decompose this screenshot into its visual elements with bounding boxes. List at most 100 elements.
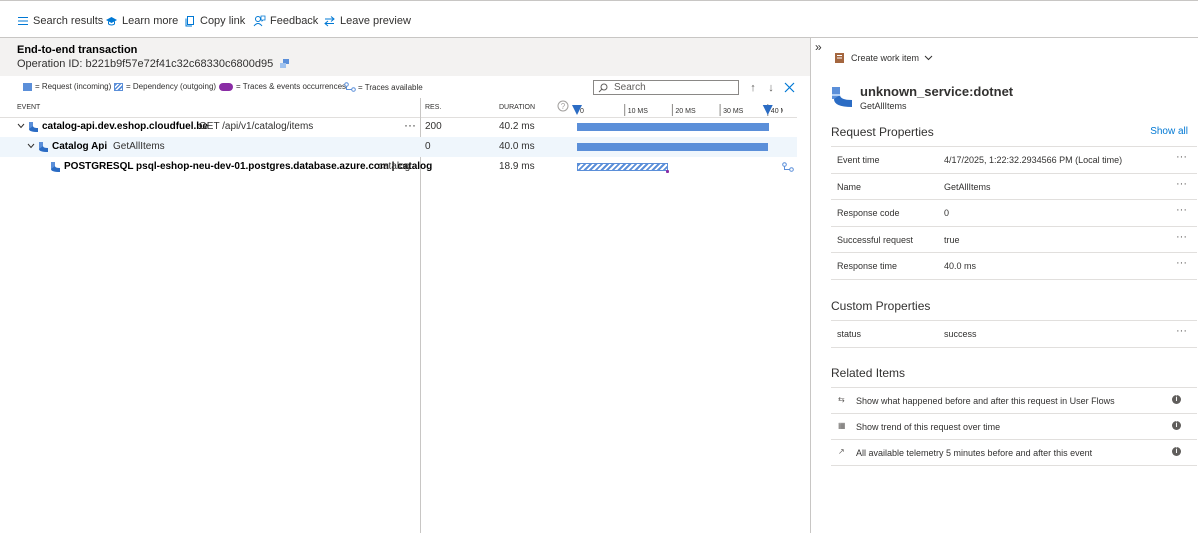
search-placeholder: Search — [614, 82, 646, 93]
property-row: Response code 0 ··· — [831, 199, 1197, 226]
operation-id-text: Operation ID: b221b9f57e72f41c32c68330c6… — [17, 58, 274, 70]
property-key: Successful request — [837, 234, 914, 245]
property-row: Event time 4/17/2025, 1:22:32.2934566 PM … — [831, 146, 1197, 173]
request-duration-bar[interactable] — [577, 143, 769, 151]
property-key: Name — [837, 181, 862, 192]
custom-properties-title: Custom Properties — [831, 299, 931, 313]
timeline-tick-label: 30 MS — [723, 108, 744, 115]
show-all-link[interactable]: Show all — [1150, 126, 1188, 137]
timeline-tick-label: 20 MS — [675, 108, 696, 115]
timeline-search-input[interactable]: Search — [593, 80, 739, 95]
swap-arrows-icon — [324, 16, 335, 27]
leave-preview-button[interactable]: Leave preview — [323, 13, 411, 29]
service-name: unknown_service:dotnet — [860, 84, 1014, 99]
transaction-row[interactable]: Catalog Api GetAllItems 0 40.0 ms — [0, 137, 797, 157]
request-duration-bar[interactable] — [577, 123, 769, 131]
legend-request-label: = Request (incoming) — [35, 82, 112, 91]
property-more-icon[interactable]: ··· — [1176, 231, 1187, 243]
feedback-label: Feedback — [270, 15, 319, 27]
column-duration[interactable]: DURATION — [499, 104, 535, 111]
work-item-icon — [835, 53, 844, 63]
transaction-row[interactable]: catalog-api.dev.eshop.cloudfuel.be GET /a… — [0, 117, 797, 137]
info-icon[interactable]: i — [1172, 395, 1181, 404]
property-key: Response code — [837, 208, 900, 218]
chevron-down-icon — [924, 55, 933, 61]
feedback-icon — [253, 15, 266, 27]
property-row: Successful request true ··· — [831, 225, 1197, 253]
arrow-down-icon[interactable]: ↓ — [764, 82, 778, 96]
svg-text:?: ? — [561, 102, 566, 111]
property-more-icon[interactable]: ··· — [1176, 204, 1187, 216]
property-row: Response time 40.0 ms ··· — [831, 252, 1197, 279]
legend-dependency: = Dependency (outgoing) — [114, 82, 216, 91]
row-event-name: catalog-api.dev.eshop.cloudfuel.be — [42, 121, 208, 132]
list-icon — [18, 17, 28, 25]
property-value: 0 — [944, 208, 950, 218]
related-item[interactable]: ↗ All available telemetry 5 minutes befor… — [831, 439, 1197, 465]
row-duration: 40.2 ms — [499, 121, 535, 132]
property-value: 4/17/2025, 1:22:32.2934566 PM (Local tim… — [944, 155, 1123, 165]
property-more-icon[interactable]: ··· — [1176, 178, 1187, 190]
row-result-code: 0 — [425, 141, 431, 152]
chevron-down-icon[interactable] — [17, 123, 25, 129]
learn-more-button[interactable]: Learn more — [105, 13, 178, 29]
info-icon[interactable]: i — [1172, 447, 1181, 456]
row-more-icon[interactable]: ··· — [404, 118, 416, 132]
search-results-button[interactable]: Search results — [17, 13, 103, 29]
request-icon — [29, 122, 38, 132]
user-flows-icon: ⇆ — [838, 395, 845, 404]
copy-icon — [185, 16, 194, 27]
legend-dependency-label: = Dependency (outgoing) — [126, 82, 217, 91]
search-results-label: Search results — [33, 15, 104, 27]
leave-preview-label: Leave preview — [340, 15, 411, 27]
copy-link-button[interactable]: Copy link — [184, 13, 245, 29]
traces-available-icon[interactable] — [782, 162, 794, 172]
row-event-name: Catalog Api — [52, 141, 108, 152]
close-icon[interactable] — [782, 82, 796, 96]
copy-link-label: Copy link — [200, 15, 246, 27]
related-bottom-border — [831, 465, 1197, 466]
column-event[interactable]: EVENT — [17, 104, 40, 111]
trend-chart-icon: ▦ — [838, 421, 846, 430]
operation-link-icon[interactable] — [278, 58, 291, 70]
chevron-down-icon[interactable] — [27, 143, 35, 149]
telemetry-arrow-icon: ↗ — [838, 447, 845, 456]
related-item[interactable]: ▦ Show trend of this request over time i — [831, 413, 1197, 439]
trace-occurrence-marker[interactable] — [665, 170, 669, 173]
timeline-tick-label: 0 — [580, 108, 584, 115]
related-item[interactable]: ⇆ Show what happened before and after thi… — [831, 387, 1197, 413]
related-items-title: Related Items — [831, 366, 906, 380]
row-result-code: 200 — [425, 121, 442, 132]
related-item-label: Show what happened before and after this… — [856, 396, 1115, 406]
row-duration: 40.0 ms — [499, 141, 535, 152]
feedback-button[interactable]: Feedback — [253, 13, 318, 29]
property-value: GetAllItems — [944, 181, 991, 192]
graduation-cap-icon — [106, 17, 117, 26]
column-res[interactable]: RES. — [425, 104, 441, 111]
collapse-pane-button[interactable]: » — [815, 40, 822, 54]
dependency-swatch — [114, 82, 123, 91]
row-event-detail: GET /api/v1/catalog/items — [199, 121, 314, 132]
timeline-tick-label: 10 MS — [628, 108, 649, 115]
operation-id: Operation ID: b221b9f57e72f41c32c68330c6… — [17, 58, 291, 70]
arrow-up-icon[interactable]: ↑ — [746, 82, 760, 96]
property-row: Name GetAllItems ··· — [831, 172, 1197, 200]
create-work-item-label: Create work item — [851, 53, 920, 63]
create-work-item-button[interactable]: Create work item — [834, 52, 933, 64]
request-properties-title: Request Properties — [831, 125, 934, 139]
property-key: Response time — [837, 261, 898, 271]
request-icon — [39, 142, 48, 152]
traces-available-icon — [344, 82, 356, 92]
row-event-detail: catalog — [378, 161, 411, 172]
row-event-detail: GetAllItems — [113, 141, 165, 152]
traces-events-swatch — [219, 82, 233, 91]
command-bar: Search results Learn more Copy link Feed… — [0, 0, 1198, 38]
info-icon[interactable]: i — [1172, 421, 1181, 430]
transaction-row[interactable]: POSTGRESQL psql-eshop-neu-dev-01.postgre… — [0, 157, 797, 177]
dependency-duration-bar[interactable] — [577, 163, 668, 171]
property-more-icon[interactable]: ··· — [1176, 325, 1187, 337]
property-more-icon[interactable]: ··· — [1176, 151, 1187, 163]
transaction-title: End-to-end transaction — [17, 44, 138, 56]
property-key: status — [837, 329, 862, 339]
property-more-icon[interactable]: ··· — [1176, 257, 1187, 269]
